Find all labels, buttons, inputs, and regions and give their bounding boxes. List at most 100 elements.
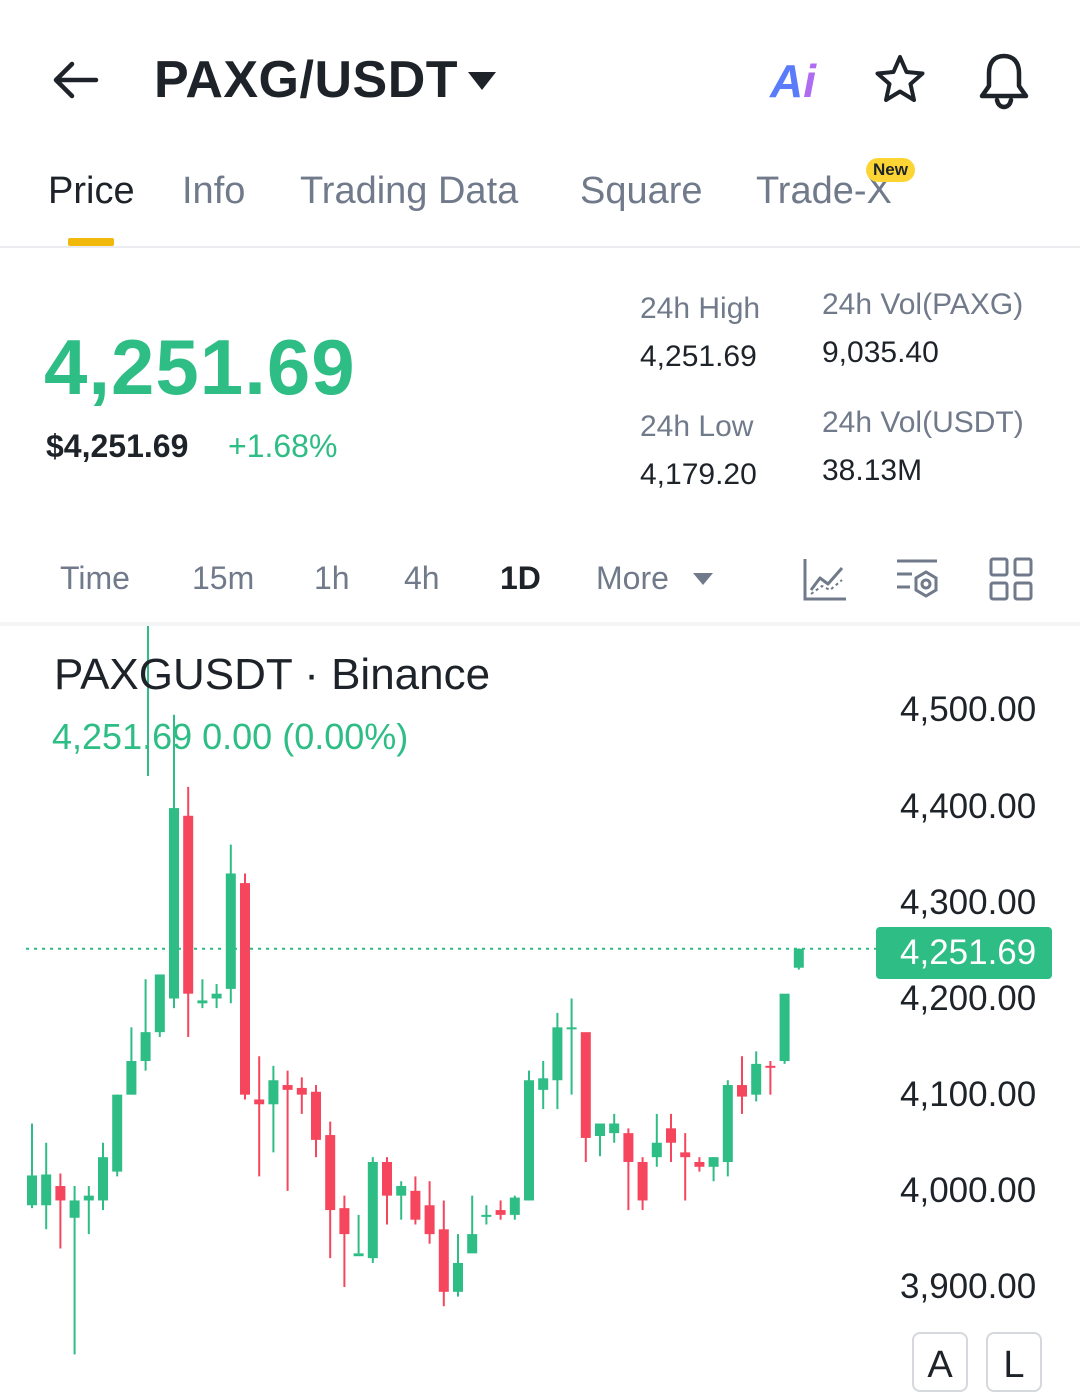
candle [524, 1070, 534, 1201]
timeframe-1d[interactable]: 1D [500, 560, 541, 597]
candle-body [41, 1174, 52, 1206]
tab-info[interactable]: Info [182, 170, 245, 213]
candle-body [282, 1085, 293, 1090]
alert-button[interactable] [976, 50, 1032, 110]
candle [737, 1056, 747, 1114]
candle-body [254, 1099, 265, 1105]
candle-body [311, 1091, 321, 1140]
candle [254, 1056, 265, 1177]
candle-body [580, 1032, 591, 1138]
candle [169, 714, 179, 1009]
candle-body [367, 1161, 378, 1259]
candle-body [410, 1190, 421, 1220]
candle-body [637, 1161, 648, 1201]
candle-body [140, 1032, 151, 1062]
auto-scale-button[interactable]: A [912, 1332, 968, 1392]
back-button[interactable] [48, 52, 104, 108]
candle [595, 1123, 605, 1157]
candle-body [651, 1142, 662, 1158]
chart-title: PAXGUSDT · Binance [54, 650, 491, 699]
candle [325, 1121, 336, 1259]
candle [112, 1094, 123, 1177]
candle [382, 1157, 392, 1225]
candle-body [382, 1161, 392, 1196]
candle-body [467, 1234, 478, 1254]
candle-body [325, 1135, 336, 1211]
timeframe-1h[interactable]: 1h [314, 560, 350, 597]
candle-body [353, 1253, 364, 1257]
active-tab-indicator [68, 238, 114, 246]
candle [296, 1077, 307, 1114]
timeframe-4h[interactable]: 4h [404, 560, 440, 597]
caret-down-icon[interactable] [466, 70, 498, 92]
vol-base-label: 24h Vol(PAXG) [822, 288, 1024, 321]
chart-ohlc-summary: 4,251.69 0.00 (0.00%) [52, 716, 409, 757]
candle-body [779, 993, 790, 1062]
layout-button[interactable] [988, 556, 1034, 602]
high-value: 4,251.69 [640, 340, 757, 373]
candle-body [83, 1195, 94, 1201]
candle-body [268, 1080, 279, 1105]
log-scale-button[interactable]: L [986, 1332, 1042, 1392]
y-tick: 4,400.00 [900, 787, 1037, 826]
candle [41, 1142, 52, 1230]
timeframe-more[interactable]: More [596, 560, 669, 597]
candle [467, 1195, 478, 1254]
candle [183, 786, 194, 1037]
candle-body [524, 1080, 534, 1201]
candle [680, 1133, 691, 1201]
timeframe-time[interactable]: Time [60, 560, 130, 597]
candle [55, 1173, 66, 1249]
chevron-down-icon[interactable] [692, 572, 714, 586]
candle [27, 1123, 37, 1209]
candle-body [396, 1186, 407, 1196]
candle [793, 948, 804, 970]
high-label: 24h High [640, 292, 761, 325]
candle [268, 1065, 279, 1153]
candle [282, 1070, 293, 1191]
candle-body [183, 815, 194, 994]
y-tick: 4,000.00 [900, 1171, 1037, 1210]
candle-body [609, 1123, 620, 1134]
candle-body [509, 1197, 520, 1215]
candle [580, 1032, 591, 1162]
y-tick: 4,500.00 [900, 690, 1037, 729]
vol-quote-value: 38.13M [822, 454, 923, 487]
candle [453, 1234, 463, 1297]
candle [509, 1195, 520, 1220]
indicator-chart-icon [803, 559, 846, 601]
candle-body [296, 1087, 307, 1095]
tab-trading-data[interactable]: Trading Data [300, 170, 518, 213]
favorite-button[interactable] [872, 52, 928, 108]
candle [410, 1176, 421, 1225]
tab-price[interactable]: Price [48, 170, 135, 213]
indicator-button[interactable] [802, 556, 848, 602]
candle [83, 1186, 94, 1235]
candle-body [538, 1078, 549, 1090]
candle-body [708, 1157, 719, 1167]
candle-body [225, 873, 236, 989]
candle-body [154, 974, 165, 1033]
vol-base-value: 9,035.40 [822, 336, 939, 369]
low-value: 4,179.20 [640, 458, 757, 491]
candle-body [552, 1027, 563, 1081]
candle [609, 1113, 620, 1143]
candle-body [112, 1094, 123, 1172]
ai-icon[interactable]: Ai [770, 54, 816, 108]
candle-body [737, 1085, 747, 1097]
pair-selector[interactable]: PAXG/USDT [154, 50, 458, 110]
candle-body [680, 1152, 691, 1158]
candle-body [240, 883, 250, 1095]
grid-layout-icon [989, 557, 1033, 601]
vol-quote-label: 24h Vol(USDT) [822, 406, 1024, 439]
candle-body [765, 1065, 776, 1068]
candle [694, 1157, 705, 1172]
chart-settings-button[interactable] [894, 556, 940, 602]
candle-body [595, 1123, 605, 1137]
candle-body [623, 1133, 634, 1162]
tab-square[interactable]: Square [580, 170, 703, 213]
candle-body [666, 1128, 676, 1143]
candle [98, 1142, 108, 1211]
timeframe-15m[interactable]: 15m [192, 560, 254, 597]
last-price: 4,251.69 [44, 323, 356, 411]
